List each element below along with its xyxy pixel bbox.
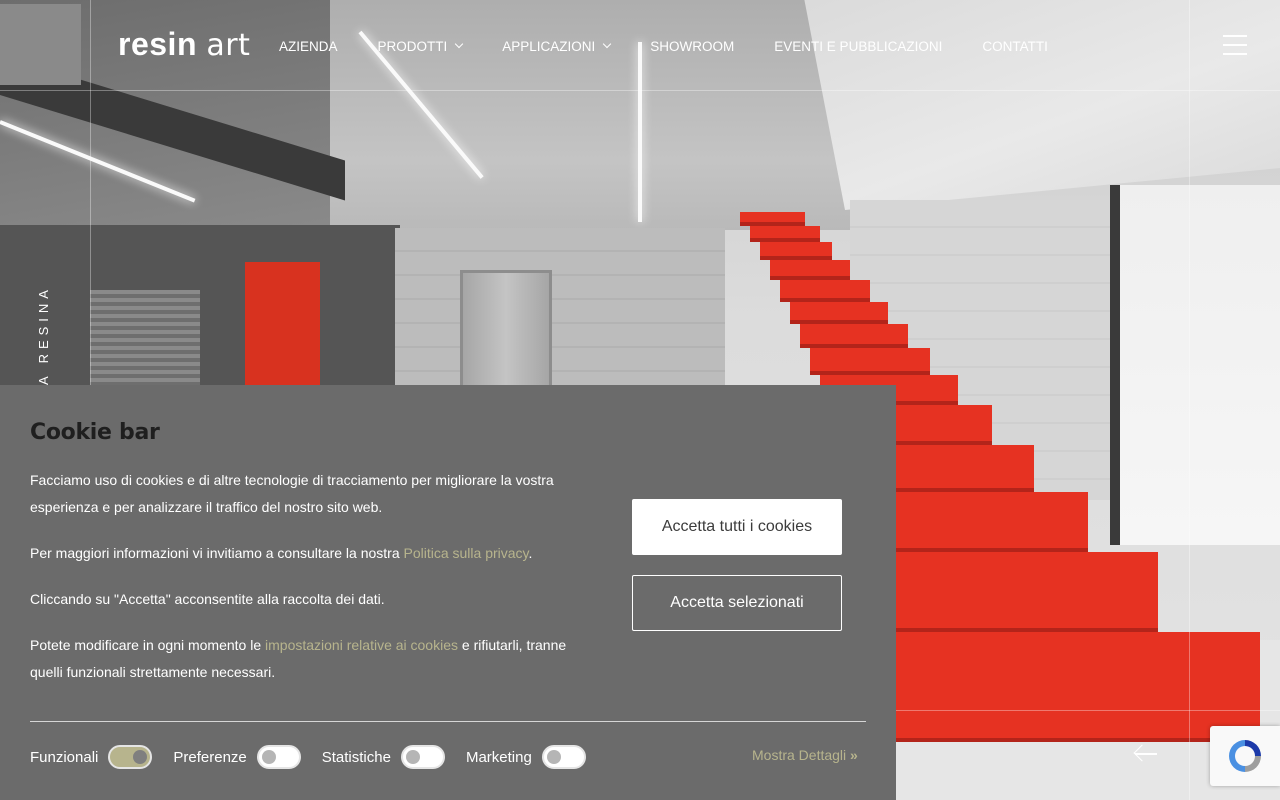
show-details-link[interactable]: Mostra Dettagli »: [752, 747, 858, 763]
double-chevron-right-icon: »: [850, 747, 858, 763]
toggle-statistiche[interactable]: [400, 745, 445, 769]
chevron-down-icon: [455, 39, 464, 49]
nav-label: CONTATTI: [982, 38, 1048, 54]
cookie-text-accept: Cliccando su "Accetta" acconsentite alla…: [30, 591, 385, 607]
stair-step: [760, 242, 832, 260]
hamburger-icon[interactable]: [1223, 34, 1247, 56]
nav-label: PRODOTTI: [377, 38, 448, 54]
cookie-text-settings-before: Potete modificare in ogni momento le: [30, 637, 266, 653]
cookie-settings-link[interactable]: impostazioni relative ai cookies: [265, 637, 458, 653]
nav-item-applicazioni[interactable]: APPLICAZIONI: [502, 38, 612, 54]
arrow-left-icon[interactable]: [1133, 744, 1158, 764]
stair-step: [770, 260, 850, 280]
stair-step: [810, 348, 930, 375]
stair-step: [790, 302, 888, 324]
vertical-caption: A RESINA: [36, 285, 51, 385]
nav-item-prodotti[interactable]: PRODOTTI: [377, 38, 464, 54]
nav-label: EVENTI E PUBBLICAZIONI: [774, 38, 943, 54]
toggle-funzionali[interactable]: [108, 745, 153, 769]
cookie-text-privacy-after: .: [528, 545, 533, 561]
toggle-label-preferenze: Preferenze: [173, 748, 247, 766]
recaptcha-icon: [1229, 740, 1261, 772]
stair-step: [896, 445, 1034, 492]
nav-item-showroom[interactable]: SHOWROOM: [650, 39, 734, 54]
chevron-down-icon: [603, 39, 612, 49]
cookie-text-privacy: Per maggiori informazioni vi invitiamo a…: [30, 540, 600, 567]
stair-step: [800, 324, 908, 348]
stair-step: [896, 632, 1260, 742]
toggle-label-funzionali: Funzionali: [30, 748, 99, 766]
toggle-preferenze[interactable]: [256, 745, 301, 769]
cookie-divider: [30, 721, 866, 722]
stair-step: [896, 552, 1158, 632]
nav-label: SHOWROOM: [650, 38, 735, 54]
stair-step: [896, 405, 992, 445]
concrete-wall: [395, 228, 725, 388]
cookie-bar-title: Cookie bar: [30, 420, 160, 445]
cookie-text-settings: Potete modificare in ogni momento le imp…: [30, 632, 600, 686]
nav-item-contatti[interactable]: CONTATTI: [982, 39, 1048, 54]
logo-bold: resin: [118, 26, 197, 62]
nav-item-eventi[interactable]: EVENTI E PUBBLICAZIONI: [774, 39, 942, 54]
grid-line: [0, 90, 1280, 91]
logo-light: art: [206, 28, 251, 63]
toggle-label-marketing: Marketing: [465, 748, 532, 766]
window-right: [1110, 185, 1280, 545]
stair-step: [896, 492, 1088, 552]
cookie-bar: Cookie bar Facciamo uso di cookies e di …: [0, 385, 896, 800]
show-details-label: Mostra Dettagli: [752, 747, 847, 763]
red-door: [245, 262, 320, 387]
corner-box: [0, 4, 81, 85]
cookie-toggles: Funzionali Preferenze Statistiche Market…: [30, 744, 607, 770]
cookie-text-privacy-before: Per maggiori informazioni vi invitiamo a…: [30, 545, 404, 561]
toggle-label-statistiche: Statistiche: [321, 748, 391, 766]
nav-item-azienda[interactable]: AZIENDA: [279, 39, 338, 54]
ceiling: [330, 0, 890, 230]
stair-step: [750, 226, 820, 242]
logo[interactable]: resin art: [118, 24, 250, 66]
nav-label: APPLICAZIONI: [502, 38, 596, 54]
elevator-door: [460, 270, 552, 388]
recaptcha-badge[interactable]: [1210, 726, 1280, 786]
grid-line: [1189, 0, 1190, 800]
light-strip: [638, 42, 642, 222]
privacy-policy-link[interactable]: Politica sulla privacy: [404, 545, 529, 561]
window-left: [90, 290, 200, 385]
accept-selected-button[interactable]: Accetta selezionati: [632, 575, 842, 631]
wall-left: [0, 225, 400, 390]
nav-label: AZIENDA: [279, 38, 338, 54]
cookie-text-intro: Facciamo uso di cookies e di altre tecno…: [30, 472, 554, 515]
stair-step: [740, 212, 805, 226]
accept-all-button[interactable]: Accetta tutti i cookies: [632, 499, 842, 555]
toggle-marketing[interactable]: [541, 745, 586, 769]
stair-step: [780, 280, 870, 302]
main-nav: AZIENDA PRODOTTI APPLICAZIONI SHOWROOM E…: [279, 36, 1048, 56]
